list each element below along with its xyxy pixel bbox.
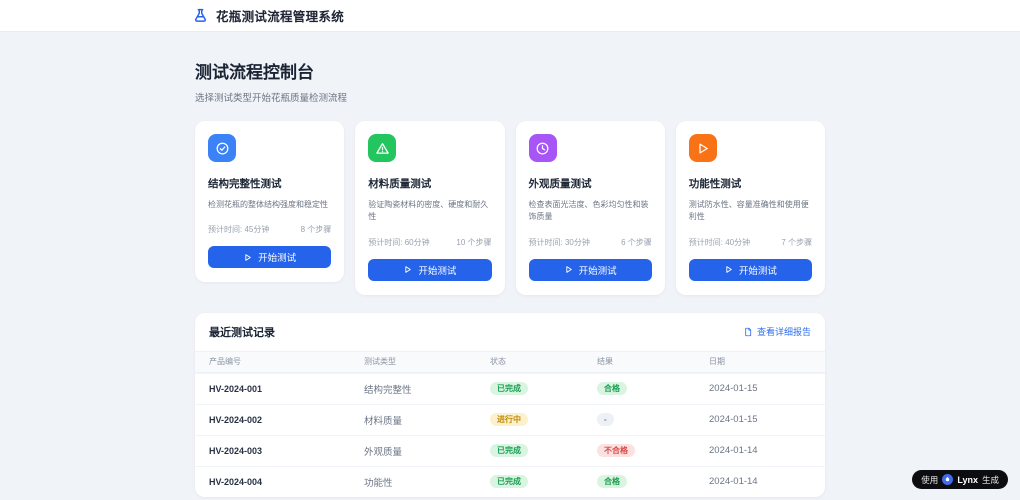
test-type-cell: 外观质量 xyxy=(364,446,403,458)
view-report-link[interactable]: 查看详细报告 xyxy=(743,325,811,338)
card-description: 检测花瓶的整体结构强度和稳定性 xyxy=(208,200,328,209)
card-time: 预计时间: 40分钟 xyxy=(688,237,751,247)
col-test-type: 测试类型 xyxy=(364,357,396,367)
test-type-cell: 功能性 xyxy=(364,477,393,489)
status-badge: 已完成 xyxy=(490,444,528,458)
start-test-button[interactable]: 开始测试 xyxy=(528,258,652,281)
card-meta: 预计时间: 30分钟 6 个步骤 xyxy=(529,237,652,248)
card-steps: 8 个步骤 xyxy=(300,225,332,235)
card-steps: 7 个步骤 xyxy=(781,237,812,247)
card-description: 测试防水性、容量准确性和使用便利性 xyxy=(688,200,809,222)
card-description: 验证陶瓷材料的密度、硬度和耐久性 xyxy=(368,200,489,222)
card-title: 功能性测试 xyxy=(688,178,742,190)
result-badge: 合格 xyxy=(597,382,627,396)
table-row: HV-2024-003 外观质量 已完成 不合格 2024-01-14 xyxy=(195,434,825,466)
records-panel-head: 最近测试记录 查看详细报告 xyxy=(195,313,825,351)
card-structural-test: 结构完整性测试 检测花瓶的整体结构强度和稳定性 预计时间: 45分钟 8 个步骤… xyxy=(195,121,345,283)
col-status: 状态 xyxy=(490,357,506,367)
col-product-id: 产品编号 xyxy=(209,357,241,367)
gen-badge-prefix: 使用 xyxy=(921,474,939,485)
gen-badge-suffix: 生成 xyxy=(981,474,999,485)
card-material-test: 材料质量测试 验证陶瓷材料的密度、硬度和耐久性 预计时间: 60分钟 10 个步… xyxy=(355,121,505,295)
date-cell: 2024-01-15 xyxy=(709,383,758,395)
start-test-button[interactable]: 开始测试 xyxy=(688,258,812,281)
main-content: 测试流程控制台 选择测试类型开始花瓶质量检测流程 结构完整性测试 检测花瓶的整体… xyxy=(195,32,825,497)
status-badge: 已完成 xyxy=(490,475,528,489)
play-outline-icon xyxy=(726,266,732,274)
records-panel: 最近测试记录 查看详细报告 产品编号 测试类型 状态 结果 日期 HV-2024… xyxy=(195,312,825,497)
test-type-cell: 结构完整性 xyxy=(364,384,412,396)
card-time: 预计时间: 30分钟 xyxy=(528,237,590,247)
card-meta: 预计时间: 45分钟 8 个步骤 xyxy=(208,224,331,235)
result-badge: 合格 xyxy=(597,475,627,489)
page-subtitle: 选择测试类型开始花瓶质量检测流程 xyxy=(195,93,348,104)
card-title: 外观质量测试 xyxy=(528,178,592,190)
card-appearance-test: 外观质量测试 检查表面光洁度、色彩均匀性和装饰质量 预计时间: 30分钟 6 个… xyxy=(515,121,665,295)
card-title: 结构完整性测试 xyxy=(208,178,282,190)
play-outline-icon xyxy=(405,266,412,274)
lynx-logo-icon xyxy=(942,474,954,485)
table-row: HV-2024-002 材料质量 进行中 - 2024-01-15 xyxy=(195,403,825,435)
start-test-button[interactable]: 开始测试 xyxy=(368,258,492,281)
product-id-cell: HV-2024-001 xyxy=(209,383,263,394)
page-head: 测试流程控制台 选择测试类型开始花瓶质量检测流程 xyxy=(195,32,825,104)
date-cell: 2024-01-14 xyxy=(709,445,758,457)
table-row: HV-2024-004 功能性 已完成 合格 2024-01-14 xyxy=(195,465,825,497)
result-badge: 不合格 xyxy=(597,444,635,458)
date-cell: 2024-01-14 xyxy=(709,476,758,488)
date-cell: 2024-01-15 xyxy=(709,414,758,426)
lynx-generated-badge[interactable]: 使用 Lynx 生成 xyxy=(912,470,1008,489)
app-header: 花瓶测试流程管理系统 xyxy=(0,0,1020,32)
card-description: 检查表面光洁度、色彩均匀性和装饰质量 xyxy=(528,200,649,222)
document-icon xyxy=(745,327,752,336)
card-meta: 预计时间: 40分钟 7 个步骤 xyxy=(689,237,812,248)
product-id-cell: HV-2024-002 xyxy=(209,414,263,425)
card-functional-test: 功能性测试 测试防水性、容量准确性和使用便利性 预计时间: 40分钟 7 个步骤… xyxy=(675,121,825,295)
status-badge: 进行中 xyxy=(490,413,528,427)
card-meta: 预计时间: 60分钟 10 个步骤 xyxy=(368,237,491,248)
card-steps: 6 个步骤 xyxy=(621,237,652,247)
card-title: 材料质量测试 xyxy=(368,178,432,190)
gen-badge-brand: Lynx xyxy=(957,474,978,485)
result-badge: - xyxy=(597,413,614,427)
card-time: 预计时间: 45分钟 xyxy=(208,225,270,235)
play-outline-icon xyxy=(245,254,251,261)
test-cards: 结构完整性测试 检测花瓶的整体结构强度和稳定性 预计时间: 45分钟 8 个步骤… xyxy=(195,121,825,295)
product-id-cell: HV-2024-003 xyxy=(209,445,263,456)
card-steps: 10 个步骤 xyxy=(456,237,492,247)
play-outline-icon xyxy=(565,266,572,274)
flask-icon xyxy=(193,8,208,23)
warning-triangle-icon xyxy=(368,134,397,162)
app-title: 花瓶测试流程管理系统 xyxy=(216,10,345,24)
start-test-label: 开始测试 xyxy=(418,265,457,277)
circle-check-icon xyxy=(208,134,236,162)
test-type-cell: 材料质量 xyxy=(364,415,403,427)
card-time: 预计时间: 60分钟 xyxy=(368,237,430,247)
start-test-label: 开始测试 xyxy=(738,265,777,277)
product-id-cell: HV-2024-004 xyxy=(209,476,263,487)
page-title: 测试流程控制台 xyxy=(195,63,314,82)
play-icon xyxy=(688,134,717,162)
col-date: 日期 xyxy=(709,357,725,367)
table-row: HV-2024-001 结构完整性 已完成 合格 2024-01-15 xyxy=(195,372,825,404)
view-report-label: 查看详细报告 xyxy=(756,327,811,338)
status-badge: 已完成 xyxy=(490,382,528,396)
start-test-label: 开始测试 xyxy=(578,265,617,277)
col-result: 结果 xyxy=(597,357,613,367)
start-test-label: 开始测试 xyxy=(258,253,297,265)
records-title: 最近测试记录 xyxy=(209,326,275,339)
table-header-row: 产品编号 测试类型 状态 结果 日期 xyxy=(195,350,825,373)
start-test-button[interactable]: 开始测试 xyxy=(208,246,332,269)
clock-icon xyxy=(528,134,557,162)
